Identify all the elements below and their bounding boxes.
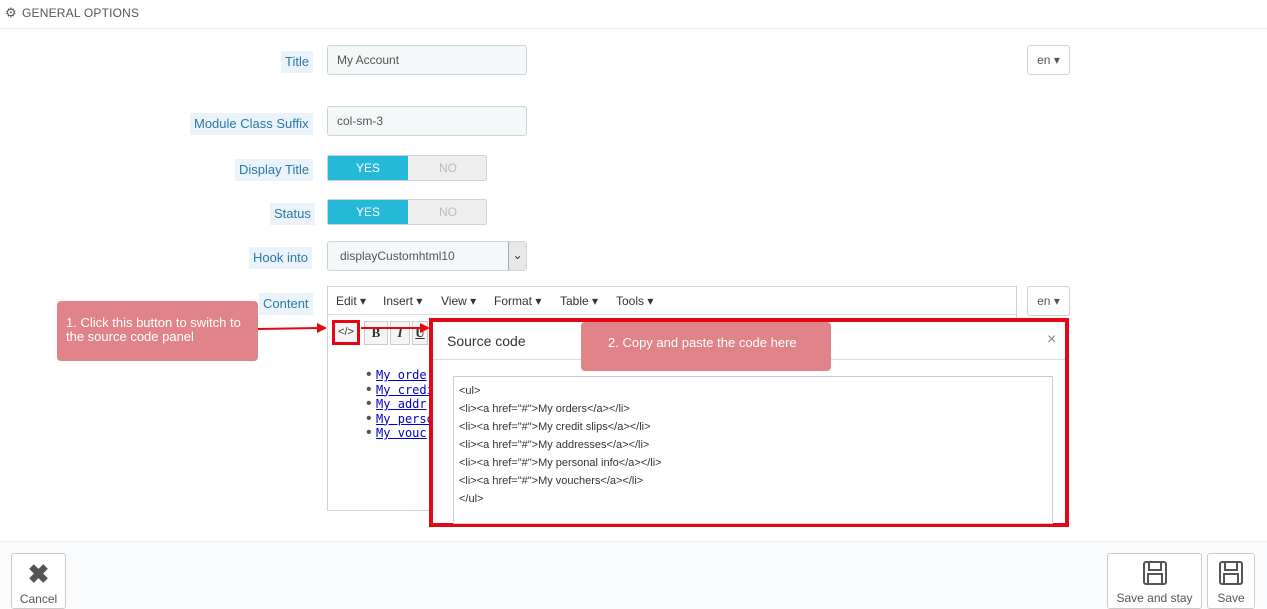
form-footer: ✖ Cancel Save and stay Save [0, 541, 1267, 609]
save-icon [1142, 561, 1167, 585]
list-item: • My perso [366, 409, 434, 427]
title-lang-dropdown[interactable]: en ▾ [1027, 45, 1070, 75]
cancel-label: Cancel [19, 592, 58, 606]
editor-content-list: • My orde • My credi • My addr • My pers… [366, 366, 436, 441]
list-item: • My addr [366, 395, 427, 412]
display-title-label: Display Title [235, 159, 314, 181]
display-title-toggle[interactable]: YES NO [327, 155, 487, 181]
panel-title: GENERAL OPTIONS [22, 6, 140, 20]
cancel-button[interactable]: ✖ Cancel [11, 553, 66, 609]
save-icon [1219, 561, 1243, 585]
menu-format[interactable]: Format ▾ [494, 294, 541, 308]
menu-tools[interactable]: Tools ▾ [616, 294, 653, 308]
save-and-stay-label: Save and stay [1116, 591, 1193, 605]
title-lang-label: en [1037, 53, 1051, 67]
display-title-yes[interactable]: YES [328, 156, 408, 180]
hook-into-value: displayCustomhtml10 [340, 249, 455, 263]
close-icon: ✖ [27, 559, 50, 589]
callout-step-1: 1. Click this button to switch to the so… [57, 301, 258, 361]
save-button[interactable]: Save [1207, 553, 1255, 609]
annotation-arrows [256, 323, 430, 333]
content-lang-label: en [1037, 294, 1051, 308]
status-toggle[interactable]: YES NO [327, 199, 487, 225]
status-label: Status [270, 203, 315, 225]
module-class-suffix-label: Module Class Suffix [190, 113, 313, 135]
title-label: Title [281, 51, 314, 73]
select-arrow-icon[interactable]: ⌄ [508, 242, 526, 270]
hook-into-label: Hook into [249, 247, 312, 269]
callout-step-2: 2. Copy and paste the code here [581, 322, 831, 371]
menu-insert[interactable]: Insert ▾ [383, 294, 422, 308]
status-no[interactable]: NO [408, 200, 486, 224]
editor-menubar: Edit ▾ Insert ▾ View ▾ Format ▾ Table ▾ … [328, 287, 1016, 315]
menu-view[interactable]: View ▾ [441, 294, 476, 308]
list-item: • My credi [366, 380, 434, 398]
content-lang-dropdown[interactable]: en ▾ [1027, 286, 1070, 316]
title-input[interactable]: My Account [327, 45, 527, 75]
source-code-textarea[interactable]: <ul> <li><a href="#">My orders</a></li> … [453, 376, 1053, 524]
panel-heading: ⚙ GENERAL OPTIONS [0, 0, 1267, 29]
hook-into-select[interactable]: displayCustomhtml10 ⌄ [327, 241, 527, 271]
close-icon[interactable]: × [1047, 331, 1056, 349]
save-label: Save [1217, 591, 1245, 605]
modal-title: Source code [447, 333, 526, 349]
save-and-stay-button[interactable]: Save and stay [1107, 553, 1202, 609]
menu-table[interactable]: Table ▾ [560, 294, 598, 308]
module-class-suffix-input[interactable]: col-sm-3 [327, 106, 527, 136]
list-item: • My orde [366, 366, 427, 383]
caret-down-icon: ▾ [1053, 294, 1060, 308]
gears-icon: ⚙ [5, 5, 17, 20]
caret-down-icon: ▾ [1053, 53, 1060, 67]
display-title-no[interactable]: NO [408, 156, 486, 180]
status-yes[interactable]: YES [328, 200, 408, 224]
list-item: • My vouc [366, 424, 427, 441]
content-label: Content [259, 293, 313, 315]
menu-edit[interactable]: Edit ▾ [336, 294, 366, 308]
